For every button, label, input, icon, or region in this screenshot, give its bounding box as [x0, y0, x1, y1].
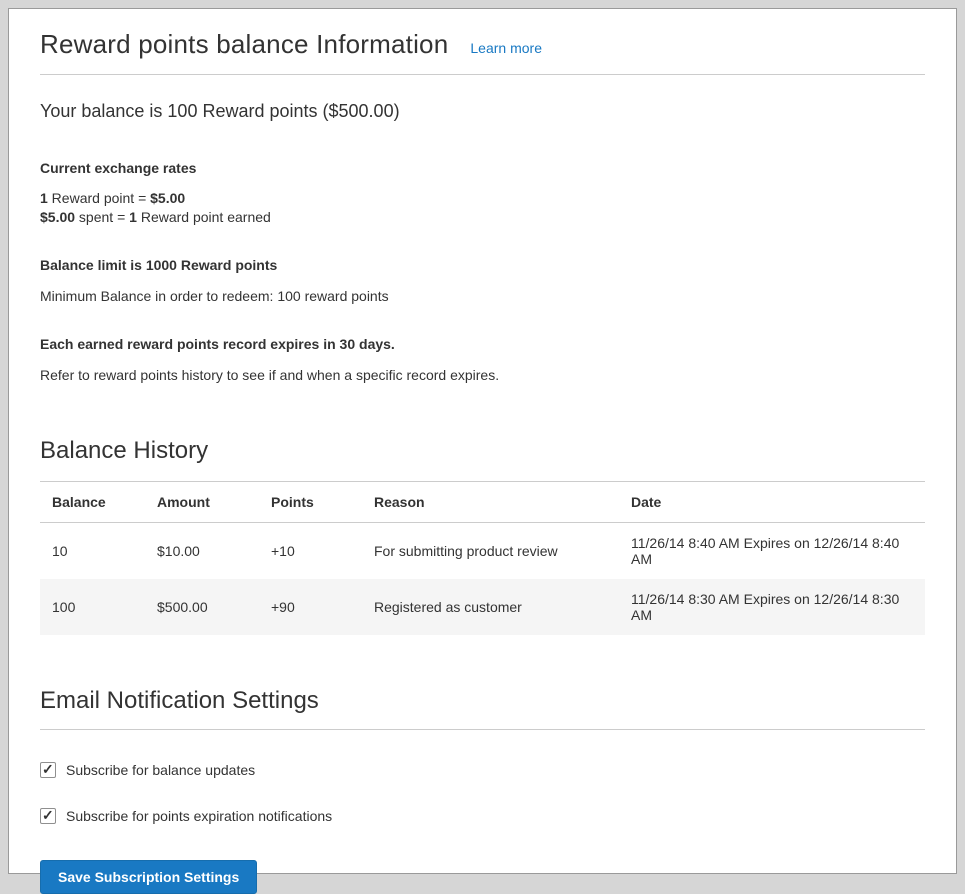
cell-date: 11/26/14 8:30 AM Expires on 12/26/14 8:3… — [619, 579, 925, 635]
reward-points-card: Reward points balance Information Learn … — [8, 8, 957, 874]
expiration-heading: Each earned reward points record expires… — [40, 336, 925, 352]
rate-spend-suffix: Reward point earned — [137, 209, 271, 225]
page-header: Reward points balance Information Learn … — [40, 29, 925, 75]
column-header-points: Points — [259, 482, 362, 523]
column-header-amount: Amount — [145, 482, 259, 523]
cell-amount: $10.00 — [145, 523, 259, 580]
column-header-reason: Reason — [362, 482, 619, 523]
page-title: Reward points balance Information — [40, 29, 448, 60]
cell-date: 11/26/14 8:40 AM Expires on 12/26/14 8:4… — [619, 523, 925, 580]
expiration-note: Refer to reward points history to see if… — [40, 366, 925, 385]
points-expiration-label[interactable]: Subscribe for points expiration notifica… — [66, 808, 332, 824]
cell-balance: 100 — [40, 579, 145, 635]
rate-spend-text: spent = — [75, 209, 129, 225]
exchange-rate-earn: 1 Reward point = $5.00 — [40, 189, 925, 208]
balance-updates-option[interactable]: Subscribe for balance updates — [40, 762, 925, 778]
balance-limit: Balance limit is 1000 Reward points — [40, 257, 925, 273]
rate-earn-value: $5.00 — [150, 190, 185, 206]
column-header-balance: Balance — [40, 482, 145, 523]
column-header-date: Date — [619, 482, 925, 523]
rate-spend-value: $5.00 — [40, 209, 75, 225]
email-settings-heading: Email Notification Settings — [40, 687, 925, 730]
save-subscription-button[interactable]: Save Subscription Settings — [40, 860, 257, 894]
cell-reason: Registered as customer — [362, 579, 619, 635]
rate-earn-text: Reward point = — [48, 190, 150, 206]
table-header-row: Balance Amount Points Reason Date — [40, 482, 925, 523]
points-expiration-option[interactable]: Subscribe for points expiration notifica… — [40, 808, 925, 824]
rate-earn-point: 1 — [40, 190, 48, 206]
cell-points: +90 — [259, 579, 362, 635]
cell-amount: $500.00 — [145, 579, 259, 635]
balance-history-heading: Balance History — [40, 437, 925, 465]
cell-points: +10 — [259, 523, 362, 580]
table-row: 100 $500.00 +90 Registered as customer 1… — [40, 579, 925, 635]
rate-spend-point: 1 — [129, 209, 137, 225]
minimum-balance: Minimum Balance in order to redeem: 100 … — [40, 287, 925, 306]
balance-updates-label[interactable]: Subscribe for balance updates — [66, 762, 255, 778]
balance-updates-checkbox[interactable] — [40, 762, 56, 778]
balance-summary: Your balance is 100 Reward points ($500.… — [40, 101, 925, 122]
points-expiration-checkbox[interactable] — [40, 808, 56, 824]
cell-balance: 10 — [40, 523, 145, 580]
learn-more-link[interactable]: Learn more — [470, 40, 542, 56]
cell-reason: For submitting product review — [362, 523, 619, 580]
table-row: 10 $10.00 +10 For submitting product rev… — [40, 523, 925, 580]
exchange-rate-spend: $5.00 spent = 1 Reward point earned — [40, 208, 925, 227]
balance-history-table: Balance Amount Points Reason Date 10 $10… — [40, 481, 925, 635]
exchange-rates-heading: Current exchange rates — [40, 160, 925, 176]
